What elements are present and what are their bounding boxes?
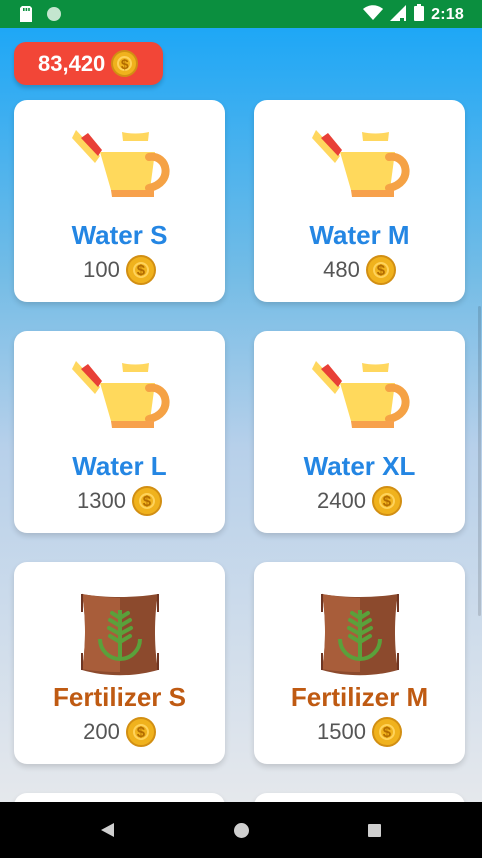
battery-icon xyxy=(414,4,425,26)
recent-apps-button[interactable] xyxy=(359,817,389,843)
status-left-icons xyxy=(20,6,61,22)
shop-item-grid: Water S 100 Water M 480 xyxy=(14,100,466,802)
wifi-icon xyxy=(363,4,384,26)
coin-icon xyxy=(131,486,162,516)
shop-item-fertilizer-s-card[interactable]: Fertilizer S 200 xyxy=(14,562,225,764)
shop-item-title: Fertilizer M xyxy=(290,682,429,712)
watering-can-icon xyxy=(254,359,465,434)
shop-item-water-l-card[interactable]: Water L 1300 xyxy=(14,331,225,533)
vertical-scrollbar[interactable] xyxy=(478,306,481,616)
status-time: 2:18 xyxy=(431,6,464,23)
coin-balance-badge[interactable]: 83,420 xyxy=(14,42,163,85)
coin-icon xyxy=(111,50,139,77)
status-right-icons: 2:18 xyxy=(363,4,464,26)
watering-can-icon xyxy=(14,128,225,203)
back-button[interactable] xyxy=(92,817,122,843)
shop-item-title: Water L xyxy=(72,451,167,481)
fertilizer-bag-icon xyxy=(14,590,225,676)
shop-item-price: 1300 xyxy=(14,486,225,516)
home-icon xyxy=(233,822,249,838)
coin-balance-amount: 83,420 xyxy=(38,50,106,76)
shop-item-price: 480 xyxy=(254,255,465,285)
shop-item-partial-card-left[interactable] xyxy=(14,793,225,802)
shop-item-price: 100 xyxy=(14,255,225,285)
shop-item-price: 200 xyxy=(14,717,225,747)
shop-item-title: Fertilizer S xyxy=(53,682,186,712)
coin-icon xyxy=(125,717,156,747)
home-button[interactable] xyxy=(226,817,256,843)
shop-item-title: Water M xyxy=(309,220,410,250)
shop-item-water-m-card[interactable]: Water M 480 xyxy=(254,100,465,302)
sd-card-icon xyxy=(20,6,32,22)
watering-can-icon xyxy=(14,359,225,434)
shop-item-title: Water XL xyxy=(303,451,416,481)
price-value: 200 xyxy=(83,719,120,744)
recent-apps-icon xyxy=(367,823,381,837)
coin-icon xyxy=(125,255,156,285)
signal-icon xyxy=(390,4,407,26)
shop-item-water-s-card[interactable]: Water S 100 xyxy=(14,100,225,302)
price-value: 100 xyxy=(83,257,120,282)
shop-item-water-xl-card[interactable]: Water XL 2400 xyxy=(254,331,465,533)
shop-item-title: Water S xyxy=(71,220,168,250)
android-navigation-bar xyxy=(0,802,482,858)
fertilizer-bag-icon xyxy=(254,590,465,676)
price-value: 2400 xyxy=(317,488,366,513)
coin-icon xyxy=(371,486,402,516)
coin-icon xyxy=(365,255,396,285)
shop-item-price: 1500 xyxy=(254,717,465,747)
price-value: 1500 xyxy=(317,719,366,744)
shop-item-price: 2400 xyxy=(254,486,465,516)
back-icon xyxy=(100,823,114,837)
notification-dot-icon xyxy=(47,7,61,21)
coin-icon xyxy=(371,717,402,747)
status-bar: 2:18 xyxy=(0,0,482,28)
price-value: 1300 xyxy=(77,488,126,513)
watering-can-icon xyxy=(254,128,465,203)
shop-item-partial-card-right[interactable] xyxy=(254,793,465,802)
shop-content[interactable]: 83,420 Water S 100 xyxy=(0,28,482,802)
shop-item-fertilizer-m-card[interactable]: Fertilizer M 1500 xyxy=(254,562,465,764)
price-value: 480 xyxy=(323,257,360,282)
